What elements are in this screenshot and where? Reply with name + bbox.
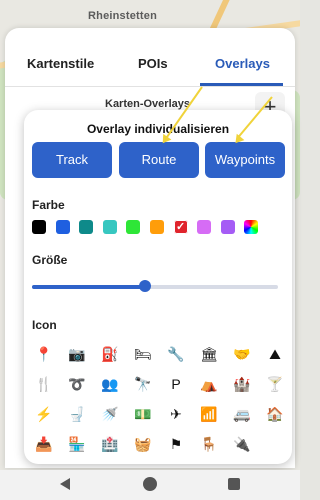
restaurant-icon[interactable]: 🍴	[32, 372, 56, 396]
camper-icon[interactable]: 🚐	[230, 402, 254, 426]
overlays-section-title: Karten-Overlays	[105, 98, 190, 110]
tab-kartenstile[interactable]: Kartenstile	[27, 56, 94, 71]
parking-icon[interactable]: P	[164, 372, 188, 396]
recent-apps-icon[interactable]	[228, 478, 240, 490]
bed-icon[interactable]: 🛏	[131, 342, 155, 366]
color-swatch[interactable]	[244, 220, 259, 234]
tab-overlays[interactable]: Overlays	[215, 56, 270, 71]
shower-icon[interactable]: 🚿	[98, 402, 122, 426]
airplane-icon[interactable]: ✈	[164, 402, 188, 426]
track-button[interactable]: Track	[32, 142, 112, 178]
charging-icon[interactable]: ⚡	[32, 402, 56, 426]
inbox-icon[interactable]: 📥	[32, 432, 56, 456]
hospital-icon[interactable]: 🏥	[98, 432, 122, 456]
color-swatch[interactable]	[150, 220, 164, 234]
tent-icon[interactable]: ⛺	[197, 372, 221, 396]
wifi-icon[interactable]: 📶	[197, 402, 221, 426]
tab-pois[interactable]: POIs	[138, 56, 168, 71]
waypoints-button[interactable]: Waypoints	[205, 142, 285, 178]
color-section-label: Farbe	[32, 198, 65, 212]
fuel-pump-icon[interactable]: ⛽	[98, 342, 122, 366]
size-slider-fill	[32, 285, 146, 289]
color-swatch[interactable]	[102, 220, 117, 234]
picnic-icon[interactable]: 🪑	[197, 432, 221, 456]
tab-divider	[5, 86, 295, 87]
tab-bar: Kartenstile POIs Overlays	[5, 28, 295, 90]
customize-overlay-dialog: Overlay individualisieren Track Route Wa…	[24, 110, 292, 464]
shop-icon[interactable]: 🏪	[65, 432, 89, 456]
color-swatch[interactable]	[55, 220, 70, 234]
cocktail-icon[interactable]: 🍸	[263, 372, 287, 396]
size-section-label: Größe	[32, 253, 68, 267]
color-swatch[interactable]: ✓	[173, 220, 188, 234]
money-icon[interactable]: 💵	[131, 402, 155, 426]
size-slider-thumb[interactable]	[139, 280, 152, 292]
castle-icon[interactable]: 🏰	[230, 372, 254, 396]
color-swatch[interactable]	[32, 220, 46, 234]
map-pin-icon[interactable]: 📍	[32, 342, 56, 366]
mountain-icon[interactable]: ⛰	[263, 342, 287, 366]
bank-icon[interactable]: 🏛	[197, 342, 221, 366]
icon-section-label: Icon	[32, 318, 57, 332]
washing-machine-icon[interactable]: 🧺	[131, 432, 155, 456]
handshake-icon[interactable]: 🤝	[230, 342, 254, 366]
map-place-label: Rheinstetten	[88, 10, 158, 22]
dialog-title: Overlay individualisieren	[86, 122, 230, 136]
back-icon[interactable]	[60, 478, 70, 490]
home-icon[interactable]	[143, 477, 157, 491]
garage-icon[interactable]: 🏠	[263, 402, 287, 426]
color-swatch[interactable]	[126, 220, 141, 234]
color-swatch[interactable]	[220, 220, 235, 234]
ev-station-icon[interactable]: 🔌	[230, 432, 254, 456]
group-icon[interactable]: 👥	[98, 372, 122, 396]
route-icon[interactable]: ➰	[65, 372, 89, 396]
system-nav-bar	[0, 470, 300, 500]
wrench-icon[interactable]: 🔧	[164, 342, 188, 366]
route-button[interactable]: Route	[119, 142, 199, 178]
toilet-icon[interactable]: 🚽	[65, 402, 89, 426]
color-swatch[interactable]	[79, 220, 94, 234]
color-swatch[interactable]	[197, 220, 212, 234]
camera-icon[interactable]: 📷	[65, 342, 89, 366]
flag-icon[interactable]: ⚑	[164, 432, 188, 456]
binoculars-icon[interactable]: 🔭	[131, 372, 155, 396]
